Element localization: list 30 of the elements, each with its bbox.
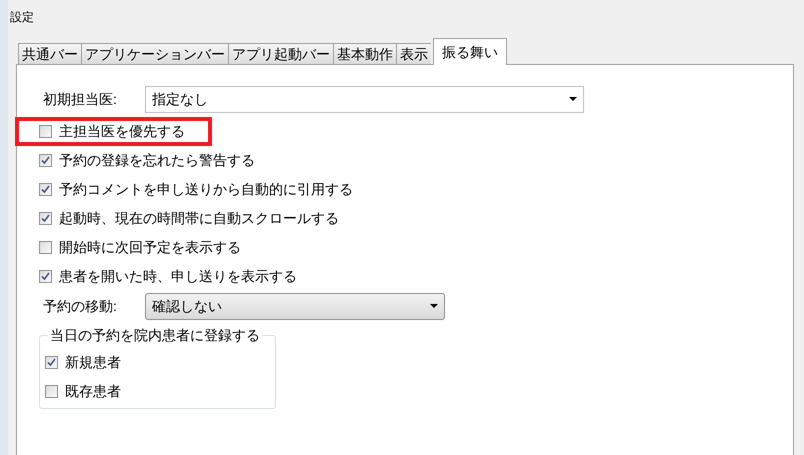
checkbox[interactable] xyxy=(39,154,52,167)
checkbox-label: 予約コメントを申し送りから自動的に引用する xyxy=(59,180,353,199)
field-label: 予約の移動: xyxy=(43,296,118,316)
tab[interactable]: 基本動作 xyxy=(333,43,396,64)
doctor-dropdown[interactable]: 指定なし xyxy=(145,86,584,112)
group-title: 当日の予約を院内患者に登録する xyxy=(48,325,262,346)
checkbox[interactable] xyxy=(45,356,58,369)
tab[interactable]: 共通バー xyxy=(18,43,81,64)
checkbox-label: 既存患者 xyxy=(65,382,121,401)
checkbox-label: 新規患者 xyxy=(65,353,121,372)
checkbox-label: 患者を開いた時、申し送りを表示する xyxy=(59,267,297,286)
checkbox[interactable] xyxy=(45,385,58,398)
checkbox[interactable] xyxy=(39,241,52,254)
checkbox[interactable] xyxy=(39,183,52,196)
checkbox[interactable] xyxy=(39,270,52,283)
move-dropdown[interactable]: 確認しない xyxy=(145,292,445,320)
caret-icon xyxy=(569,97,577,101)
tab[interactable]: アプリ起動バー xyxy=(228,43,333,64)
checkbox-label: 予約の登録を忘れたら警告する xyxy=(59,151,255,170)
checkbox[interactable] xyxy=(39,125,52,138)
checkbox-label: 起動時、現在の時間帯に自動スクロールする xyxy=(59,209,339,228)
checkbox[interactable] xyxy=(39,212,52,225)
tab[interactable]: アプリケーションバー xyxy=(81,43,228,64)
caret-icon xyxy=(430,304,438,308)
tab[interactable]: 振る舞い xyxy=(433,38,507,65)
checkbox-label: 主担当医を優先する xyxy=(59,122,185,141)
checkbox-label: 開始時に次回予定を表示する xyxy=(59,238,241,257)
field-label: 初期担当医: xyxy=(43,90,118,108)
window-title: 設定 xyxy=(10,9,34,26)
tab[interactable]: 表示 xyxy=(396,43,431,64)
